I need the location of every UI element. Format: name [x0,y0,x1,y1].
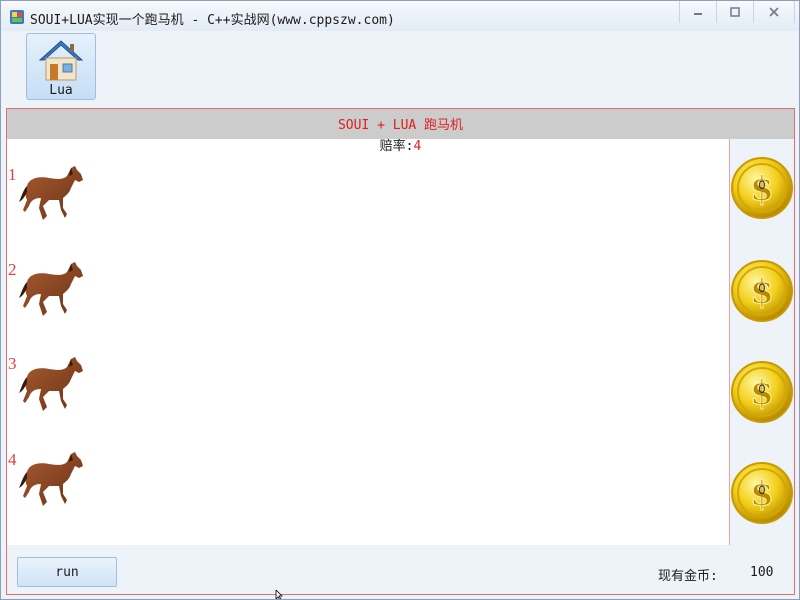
maximize-icon [730,7,740,17]
coins-value: 100 [750,565,774,580]
lane-number: 4 [8,450,17,469]
window-title: SOUI+LUA实现一个跑马机 - C++实战网(www.cppszw.com) [30,13,395,28]
horse-icon [19,164,85,226]
race-track [7,139,729,545]
minimize-button[interactable] [679,1,716,23]
close-button[interactable] [753,1,795,23]
bet-amount: 0 [758,178,766,192]
title-bar[interactable]: SOUI+LUA实现一个跑马机 - C++实战网(www.cppszw.com) [1,1,799,31]
lua-button-label: Lua [49,83,73,98]
bet-coin-button[interactable]: 0 [730,156,794,220]
bet-coin-button[interactable]: 0 [730,259,794,323]
mouse-cursor-icon [275,590,283,599]
lane-number: 3 [8,354,17,373]
lua-button[interactable]: Lua [26,33,96,100]
window-controls [679,1,795,23]
bet-coin-button[interactable]: 0 [730,461,794,525]
panel-header: SOUI + LUA 跑马机 [7,109,794,139]
odds-display: 赔率:4 [7,139,794,155]
bet-amount: 0 [758,483,766,497]
minimize-icon [694,13,702,15]
odds-value: 4 [413,139,422,154]
house-icon [38,40,84,81]
horse-icon [19,450,85,512]
coins-label: 现有金币: [658,569,718,584]
close-icon [769,7,779,17]
odds-label: 赔率: [379,139,414,154]
bet-amount: 0 [758,281,766,295]
bet-coin-button[interactable]: 0 [730,360,794,424]
run-button[interactable]: run [17,557,117,587]
horse-race-panel: SOUI + LUA 跑马机 赔率:4 1 0 2 0 3 0 4 0 run … [6,108,795,595]
lane-number: 1 [8,165,17,184]
horse-icon [19,355,85,417]
lane-number: 2 [8,260,17,279]
app-window: SOUI+LUA实现一个跑马机 - C++实战网(www.cppszw.com)… [0,0,800,600]
bet-amount: 0 [758,382,766,396]
horse-icon [19,260,85,322]
app-icon [10,10,24,24]
maximize-button[interactable] [716,1,753,23]
